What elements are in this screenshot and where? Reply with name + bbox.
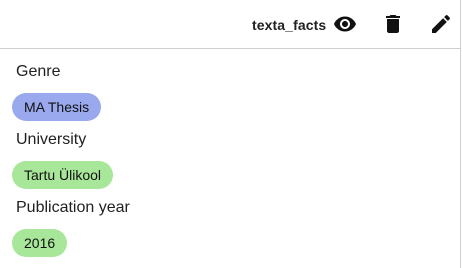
genre-label: Genre (16, 63, 61, 80)
facts-panel: texta_facts Genre MA Thesis University T… (0, 0, 461, 268)
view-button[interactable] (333, 12, 357, 36)
pencil-icon (432, 14, 451, 34)
publication-year-label: Publication year (16, 199, 130, 216)
delete-button[interactable] (381, 12, 405, 36)
facts-toolbar: texta_facts (0, 0, 461, 49)
university-chip[interactable]: Tartu Ülikool (12, 161, 114, 189)
university-label: University (16, 131, 87, 148)
edit-button[interactable] (429, 12, 453, 36)
fact-name-title: texta_facts (252, 17, 327, 33)
genre-chip[interactable]: MA Thesis (12, 93, 102, 121)
publication-year-chip[interactable]: 2016 (12, 229, 68, 257)
eye-icon (334, 16, 356, 32)
trash-icon (386, 15, 400, 33)
